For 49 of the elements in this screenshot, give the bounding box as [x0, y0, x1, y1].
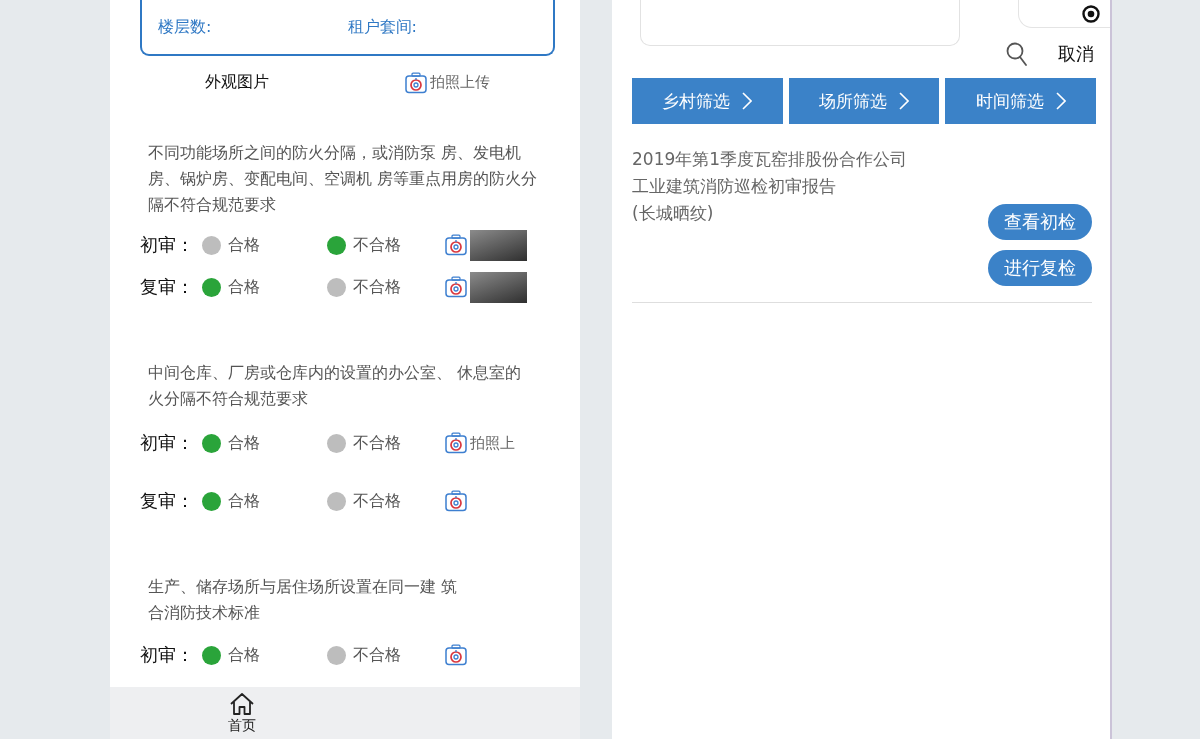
radio-option[interactable]: 不合格 — [327, 234, 401, 256]
radio-option[interactable]: 合格 — [202, 432, 260, 454]
filter-button[interactable]: 乡村筛选 — [632, 78, 783, 124]
cancel-button[interactable]: 取消 — [1058, 42, 1094, 66]
requirement-text: 生产、储存场所与居住场所设置在同一建 筑 合消防技术标准 — [148, 576, 459, 624]
field-label: 楼层数: — [158, 16, 212, 38]
review-label: 复审： — [140, 489, 195, 513]
camera-icon — [405, 71, 427, 94]
home-icon — [229, 691, 255, 716]
requirement-text: 中间仓库、厂房或仓库内的设置的办公室、 休息室的 火分隔不符合规范要求 — [148, 362, 523, 410]
radio-option[interactable]: 合格 — [202, 276, 260, 298]
requirement-text: 不同功能场所之间的防火分隔，或消防泵 房、发电机 房、锅炉房、变配电间、空调机 房等重点用房的防火分 隔不符合规范要求 — [148, 142, 539, 216]
chevron-right-icon — [742, 92, 753, 110]
upload-photo-button[interactable] — [445, 276, 467, 298]
radio-option[interactable]: 不合格 — [327, 276, 401, 298]
circle-dot-icon — [1082, 4, 1100, 23]
review-label: 初审： — [140, 431, 195, 455]
camera-icon — [445, 644, 467, 666]
radio-option[interactable]: 合格 — [202, 234, 260, 256]
radio-option[interactable]: 不合格 — [327, 432, 401, 454]
chevron-right-icon — [899, 92, 909, 110]
upload-photo-button[interactable] — [445, 490, 467, 512]
radio-option[interactable]: 不合格 — [327, 644, 401, 666]
filter-button[interactable]: 时间筛选 — [945, 78, 1096, 124]
camera-icon — [445, 432, 467, 454]
camera-icon — [445, 490, 467, 512]
camera-icon — [445, 234, 467, 256]
capsule-button[interactable] — [1018, 0, 1110, 28]
filter-button[interactable]: 场所筛选 — [788, 78, 940, 124]
review-label: 复审： — [140, 275, 195, 299]
camera-icon — [445, 276, 467, 298]
search-field[interactable] — [640, 0, 960, 46]
radio-option[interactable]: 不合格 — [327, 490, 401, 512]
review-label: 初审： — [140, 233, 195, 257]
home-tab[interactable]: 首页 — [220, 687, 264, 739]
report-action-button[interactable]: 进行复检 — [988, 250, 1092, 286]
review-label: 初审： — [140, 643, 195, 667]
radio-option[interactable]: 合格 — [202, 644, 260, 666]
upload-photo-button[interactable] — [445, 644, 467, 666]
report-action-button[interactable]: 查看初检 — [988, 204, 1092, 240]
search-icon[interactable] — [1006, 42, 1028, 66]
upload-photo-button[interactable]: 拍照上传 — [405, 71, 490, 94]
radio-option[interactable]: 合格 — [202, 490, 260, 512]
section-label: 外观图片 — [205, 72, 270, 93]
upload-photo-button[interactable]: 拍照上 — [445, 432, 515, 454]
chevron-right-icon — [1055, 92, 1066, 110]
field-label: 租户套间: — [347, 16, 417, 38]
report-title: 2019年第1季度瓦窑排股份合作公司 工业建筑消防巡检初审报告 (长城晒纹) — [632, 148, 908, 225]
upload-photo-button[interactable] — [445, 234, 467, 256]
